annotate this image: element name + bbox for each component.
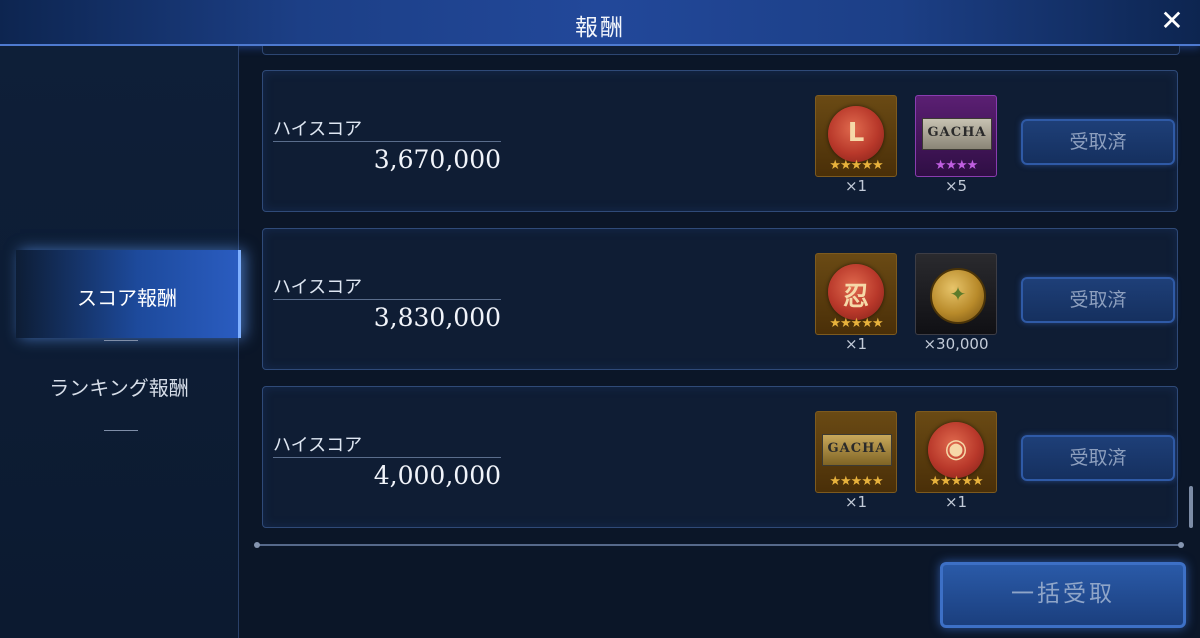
item-quantity: ×5 <box>944 177 968 195</box>
seal-glyph: ◉ <box>944 434 968 464</box>
divider-cap <box>254 542 260 548</box>
highscore-value: 3,670,000 <box>373 145 501 174</box>
divider <box>273 299 501 300</box>
rarity-stars: ★★★★ <box>934 158 979 173</box>
item-quantity: ×30,000 <box>923 335 989 353</box>
reward-item[interactable]: L ★★★★★ ×1 <box>815 95 897 195</box>
reward-item[interactable]: ✦ ×30,000 <box>915 253 997 353</box>
reward-row: ハイスコア 3,670,000 L ★★★★★ ×1 GACHA ★★★★ ×5… <box>262 70 1178 212</box>
tab-score-rewards-label: スコア報酬 <box>77 286 177 310</box>
ticket-text: GACHA <box>927 125 987 140</box>
divider <box>273 457 501 458</box>
tab-divider <box>104 430 138 431</box>
reward-item[interactable]: GACHA ★★★★★ ×1 <box>815 411 897 511</box>
coin-glyph: ✦ <box>949 282 967 306</box>
previous-row-edge <box>262 46 1180 55</box>
claim-all-button[interactable]: 一括受取 <box>940 562 1186 628</box>
seal-glyph: 忍 <box>842 282 869 312</box>
close-icon[interactable]: ✕ <box>1158 6 1186 36</box>
highscore-label: ハイスコア <box>273 435 363 456</box>
tab-ranking-rewards[interactable]: ランキング報酬 <box>0 372 238 401</box>
sidebar: スコア報酬 ランキング報酬 <box>0 46 241 638</box>
divider <box>273 141 501 142</box>
reward-row: ハイスコア 4,000,000 GACHA ★★★★★ ×1 ◉ ★★★★★ ×… <box>262 386 1178 528</box>
page-title: 報酬 <box>575 15 625 41</box>
highscore-value: 3,830,000 <box>373 303 501 332</box>
scrollbar[interactable] <box>1189 486 1193 528</box>
rarity-stars: ★★★★★ <box>829 316 883 331</box>
divider-cap <box>1178 542 1184 548</box>
highscore-value: 4,000,000 <box>373 461 501 490</box>
highscore-label: ハイスコア <box>273 277 363 298</box>
reward-item[interactable]: 忍 ★★★★★ ×1 <box>815 253 897 353</box>
reward-row: ハイスコア 3,830,000 忍 ★★★★★ ×1 ✦ ×30,000 受取済 <box>262 228 1178 370</box>
reward-item[interactable]: GACHA ★★★★ ×5 <box>915 95 997 195</box>
claimed-button[interactable]: 受取済 <box>1021 119 1175 165</box>
rarity-stars: ★★★★★ <box>829 158 883 173</box>
highscore-label: ハイスコア <box>273 119 363 140</box>
claimed-button[interactable]: 受取済 <box>1021 277 1175 323</box>
tab-divider <box>104 340 138 341</box>
rarity-stars: ★★★★★ <box>829 474 883 489</box>
rarity-stars: ★★★★★ <box>929 474 983 489</box>
footer-divider <box>256 544 1182 546</box>
gold-coin-icon: ✦ <box>915 253 997 335</box>
reward-item[interactable]: ◉ ★★★★★ ×1 <box>915 411 997 511</box>
ticket-text: GACHA <box>827 441 887 456</box>
item-quantity: ×1 <box>944 493 968 511</box>
tab-score-rewards[interactable]: スコア報酬 <box>16 250 241 338</box>
claimed-button[interactable]: 受取済 <box>1021 435 1175 481</box>
title-bar: 報酬 ✕ <box>0 0 1200 46</box>
reward-list: ハイスコア 3,670,000 L ★★★★★ ×1 GACHA ★★★★ ×5… <box>238 46 1200 638</box>
seal-glyph: L <box>847 118 865 148</box>
